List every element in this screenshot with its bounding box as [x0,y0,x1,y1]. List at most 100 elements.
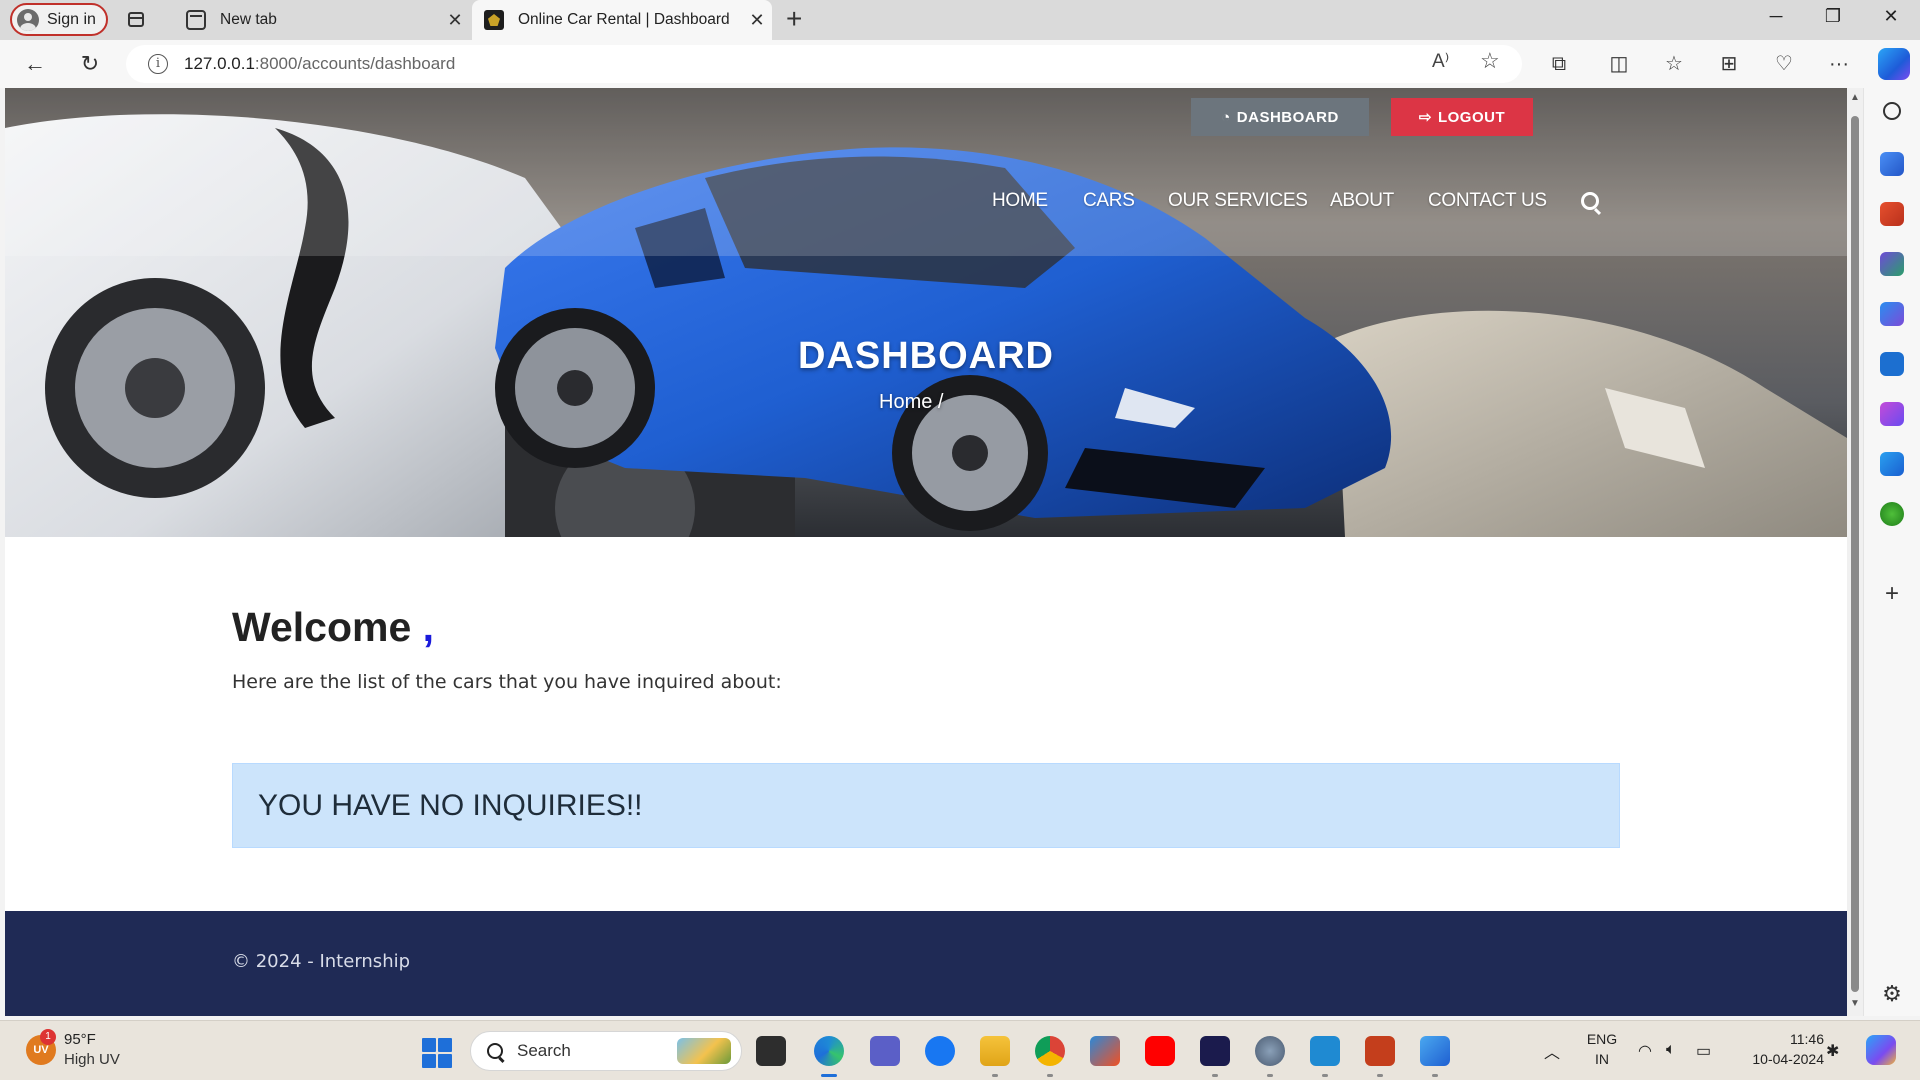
tab-actions-icon [128,12,144,27]
tab-actions-button[interactable] [124,8,148,32]
browser-toolbar: ← ↻ i 127.0.0.1:8000/accounts/dashboard … [0,40,1920,88]
minimize-button[interactable]: ─ [1756,6,1796,27]
sidebar-designer-icon[interactable] [1880,402,1904,426]
facebook-taskbar-icon[interactable] [925,1036,955,1066]
edge-taskbar-icon[interactable] [814,1036,844,1077]
nav-contact-us[interactable]: CONTACT US [1428,190,1547,212]
tab-dashboard[interactable]: Online Car Rental | Dashboard ✕ [472,0,772,40]
battery-icon[interactable]: ▭ [1696,1041,1711,1061]
address-bar[interactable]: i 127.0.0.1:8000/accounts/dashboard A⁾ ☆ [126,45,1522,83]
page-scrollbar[interactable]: ▲ ▼ [1847,88,1863,1016]
photos-taskbar-icon[interactable] [1420,1036,1450,1077]
settings-taskbar-icon[interactable] [1255,1036,1285,1077]
favorites-icon[interactable]: ☆ [1659,50,1689,78]
volume-icon[interactable]: 🔈︎ [1666,1041,1676,1059]
page-footer: © 2024 - Internship [5,911,1847,1016]
sidebar-settings-icon[interactable]: ⚙ [1880,982,1904,1006]
split-screen-icon[interactable]: ◫ [1604,50,1634,78]
welcome-text: Welcome [232,604,412,650]
nav-about[interactable]: ABOUT [1330,190,1394,212]
taskbar-search-label: Search [517,1041,571,1060]
notification-bell-icon[interactable]: ✱ [1826,1041,1839,1061]
new-tab-button[interactable]: + [786,3,802,35]
sidebar-send-icon[interactable] [1880,452,1904,476]
signin-label: Sign in [47,10,96,28]
chrome-taskbar-icon[interactable] [1035,1036,1065,1077]
nav-search-icon[interactable] [1581,192,1599,210]
sidebar-outlook-icon[interactable] [1880,352,1904,376]
back-arrow-icon[interactable]: ← [20,50,50,78]
sidebar-tools-icon[interactable] [1880,202,1904,226]
sidebar-shopping-icon[interactable] [1880,152,1904,176]
language-indicator-bottom[interactable]: IN [1584,1051,1620,1067]
sidebar-games-icon[interactable] [1880,252,1904,276]
tab-title: Online Car Rental | Dashboard [518,11,730,28]
sidebar-tree-icon[interactable] [1880,502,1904,526]
show-hidden-icons-chevron-icon[interactable]: ︿ [1544,1039,1560,1063]
read-aloud-icon[interactable]: A⁾ [1432,50,1449,73]
taskbar-search-box[interactable]: Search [470,1031,742,1071]
sidebar-search-icon[interactable] [1883,102,1901,120]
new-tab-page-icon [186,10,206,30]
profile-avatar-icon [17,8,39,31]
dashboard-button-label: DASHBOARD [1236,108,1339,126]
clock-time[interactable]: 11:46 [1734,1031,1824,1047]
sidebar-copilot-icon[interactable] [1880,302,1904,326]
restore-button[interactable]: ❐ [1813,6,1853,27]
breadcrumb-home[interactable]: Home / [879,391,943,414]
clock-date[interactable]: 10-04-2024 [1734,1051,1824,1067]
more-menu-icon[interactable]: ··· [1824,50,1854,78]
footer-copyright: © 2024 - Internship [232,951,411,972]
tab-close-icon[interactable]: ✕ [742,10,772,31]
task-view-icon[interactable] [756,1036,786,1066]
browser-essentials-icon[interactable]: ♡ [1769,50,1799,78]
site-info-icon[interactable]: i [148,54,168,74]
page-viewport: ◔ DASHBOARD ⇨ LOGOUT HOME CARS OUR SERVI… [5,88,1847,1016]
weather-description[interactable]: High UV [64,1051,120,1068]
copilot-taskbar-icon[interactable] [1866,1035,1896,1065]
dashboard-gauge-icon: ◔ [1221,108,1231,126]
dashboard-button[interactable]: ◔ DASHBOARD [1191,98,1369,136]
nav-cars[interactable]: CARS [1083,190,1135,212]
browser-tab-strip: Sign in New tab ✕ Online Car Rental | Da… [0,0,1920,40]
close-window-button[interactable]: ✕ [1871,6,1911,27]
collections-icon[interactable]: ⊞ [1714,50,1744,78]
extensions-icon[interactable]: ⧉ [1544,50,1574,78]
logout-icon: ⇨ [1418,109,1432,126]
file-explorer-taskbar-icon[interactable] [980,1036,1010,1077]
youtube-taskbar-icon[interactable] [1145,1036,1175,1066]
weather-temperature[interactable]: 95°F [64,1031,96,1048]
language-indicator-top[interactable]: ENG [1584,1031,1620,1047]
powerpoint-taskbar-icon[interactable] [1365,1036,1395,1077]
vscode-taskbar-icon[interactable] [1310,1036,1340,1077]
logout-button-label: LOGOUT [1437,108,1506,126]
webex-taskbar-icon[interactable] [1200,1036,1230,1077]
url-host: 127.0.0.1 [184,54,255,73]
weather-notification-badge: 1 [40,1029,56,1045]
hero-header-overlay [5,88,1847,256]
url-path: :8000/accounts/dashboard [254,54,456,73]
nav-home[interactable]: HOME [992,190,1048,212]
profile-signin-button[interactable]: Sign in [10,3,108,36]
scroll-down-arrow-icon[interactable]: ▼ [1849,998,1861,1009]
scrollbar-thumb[interactable] [1851,116,1859,992]
logout-button[interactable]: ⇨ LOGOUT [1391,98,1533,136]
hero-title: DASHBOARD [798,335,1054,377]
hero-banner: ◔ DASHBOARD ⇨ LOGOUT HOME CARS OUR SERVI… [5,88,1847,537]
wifi-icon[interactable]: ◠ [1638,1041,1652,1061]
windows-start-icon[interactable] [422,1038,452,1068]
scroll-up-arrow-icon[interactable]: ▲ [1849,92,1861,103]
favorite-star-icon[interactable]: ☆ [1480,48,1500,74]
teams-taskbar-icon[interactable] [870,1036,900,1066]
search-highlight-image [677,1038,731,1064]
inquiries-intro-text: Here are the list of the cars that you h… [232,671,782,693]
nav-our-services[interactable]: OUR SERVICES [1168,190,1308,212]
sidebar-add-icon[interactable]: + [1880,582,1904,606]
microsoft-store-taskbar-icon[interactable] [1090,1036,1120,1066]
url-text[interactable]: 127.0.0.1:8000/accounts/dashboard [184,54,455,74]
taskbar-search-icon [487,1043,503,1059]
tab-close-icon[interactable]: ✕ [440,10,470,31]
tab-new-tab[interactable]: New tab ✕ [174,0,470,40]
copilot-icon[interactable] [1878,48,1910,80]
refresh-icon[interactable]: ↻ [75,50,105,78]
